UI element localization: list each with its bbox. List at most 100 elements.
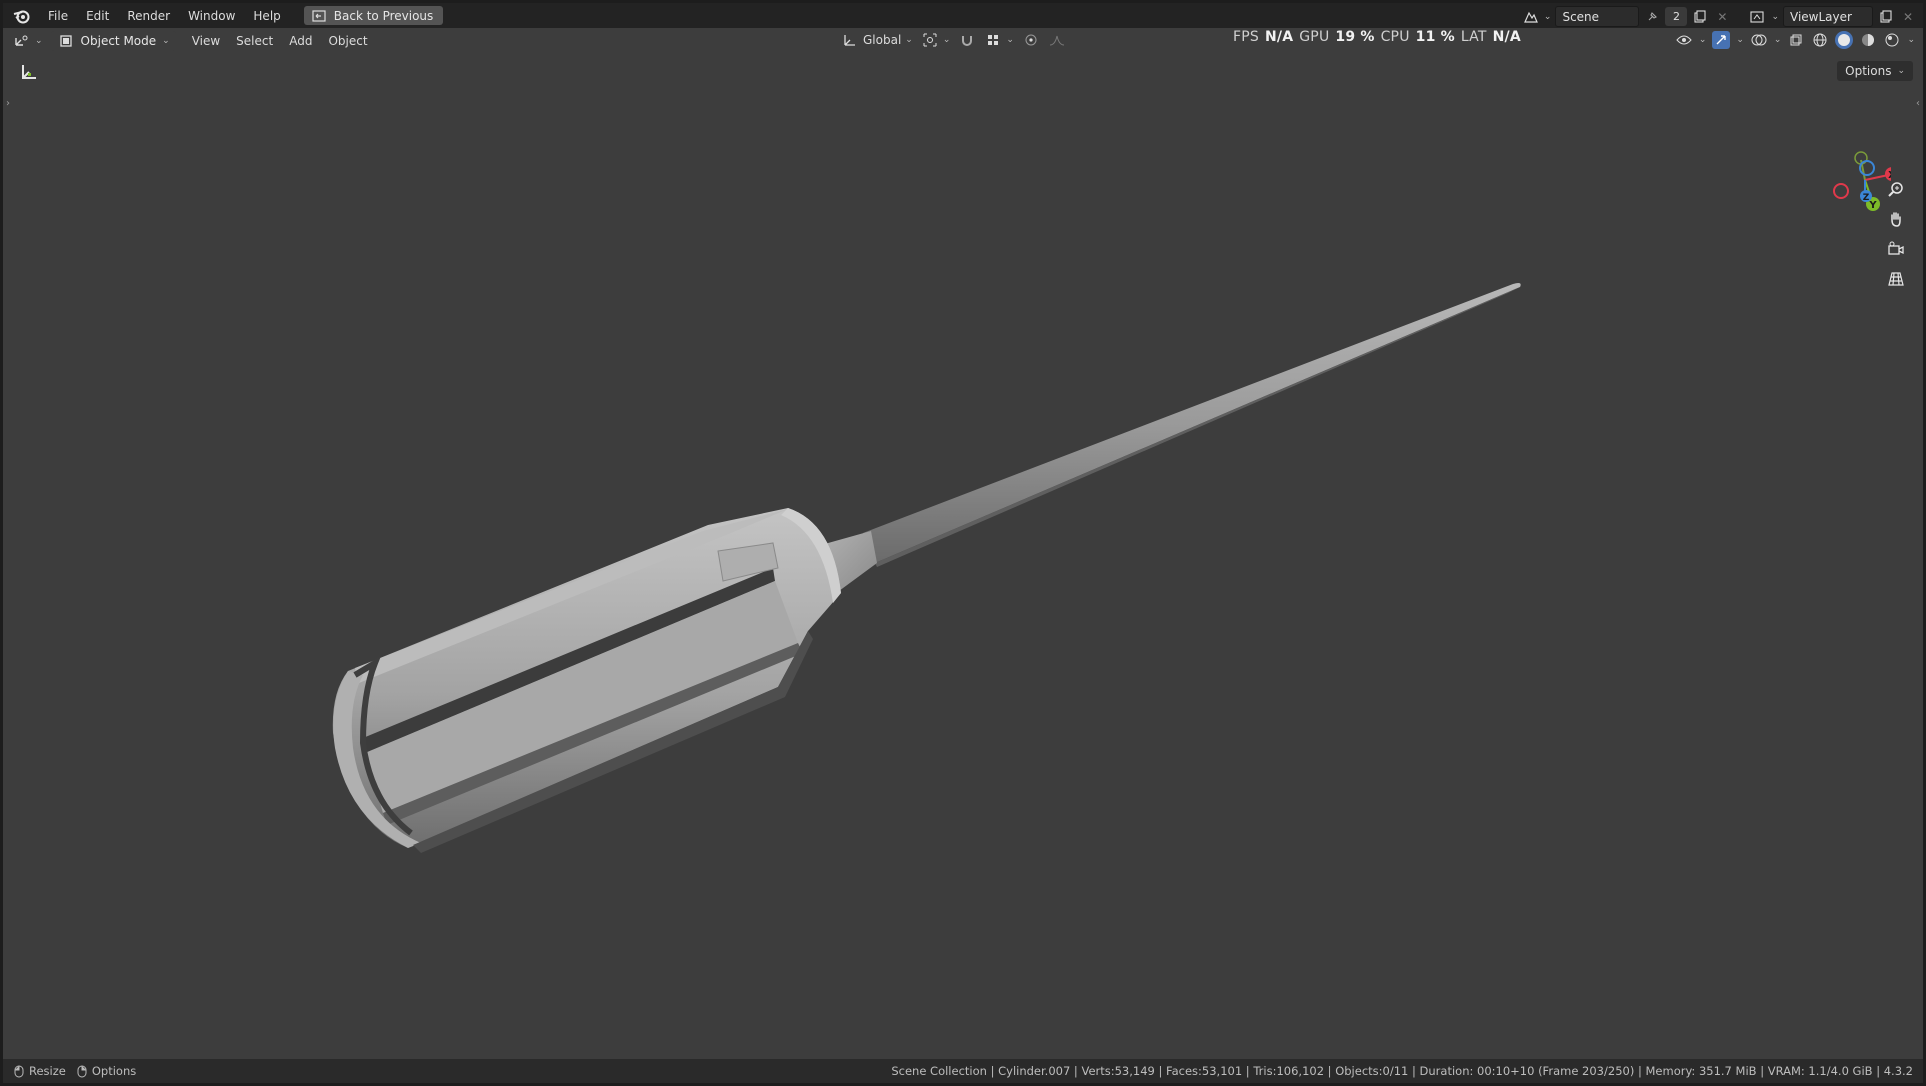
wireframe-shading-icon[interactable] xyxy=(1811,31,1829,49)
view-layer-name-text: ViewLayer xyxy=(1790,9,1852,24)
performance-stats: FPS N/A GPU 19 % CPU 11 % LAT N/A xyxy=(1233,29,1521,45)
chevron-down-icon: ⌄ xyxy=(1897,66,1905,76)
blender-window: File Edit Render Window Help Back to Pre… xyxy=(3,3,1923,1083)
new-scene-icon[interactable] xyxy=(1691,8,1709,26)
chevron-down-icon: ⌄ xyxy=(35,36,43,46)
scene-users-count: 2 xyxy=(1665,7,1688,26)
gpu-label: GPU xyxy=(1299,29,1330,45)
gizmo-y-label: Y xyxy=(1868,200,1877,211)
blender-logo-icon[interactable] xyxy=(11,5,33,27)
chevron-down-icon[interactable]: ⌄ xyxy=(1774,35,1782,45)
fps-label: FPS xyxy=(1233,29,1259,45)
menu-render[interactable]: Render xyxy=(118,9,179,23)
pin-icon[interactable] xyxy=(1643,8,1661,26)
3d-viewport[interactable]: › ‹ X Y Z xyxy=(3,54,1923,1059)
3d-viewport-icon xyxy=(13,32,31,50)
back-to-previous-label: Back to Previous xyxy=(333,8,434,23)
toolbar-expand-arrow[interactable]: › xyxy=(6,98,10,109)
chevron-down-icon[interactable]: ⌄ xyxy=(1736,35,1744,45)
rendered-shading-icon[interactable] xyxy=(1883,31,1901,49)
solid-shading-icon[interactable] xyxy=(1835,31,1854,49)
snap-target-dropdown[interactable]: ⌄ xyxy=(984,31,1014,49)
menu-window[interactable]: Window xyxy=(179,9,244,23)
back-to-previous-button[interactable]: Back to Previous xyxy=(303,6,444,25)
pivot-point-dropdown[interactable]: ⌄ xyxy=(921,31,951,49)
chevron-down-icon[interactable]: ⌄ xyxy=(1907,35,1915,45)
status-hint-options: Options xyxy=(76,1062,136,1080)
editor-type-button[interactable]: ⌄ xyxy=(3,32,51,50)
snap-grid-icon xyxy=(984,31,1002,49)
orientation-axes-icon xyxy=(841,31,859,49)
scene-statistics: Scene Collection | Cylinder.007 | Verts:… xyxy=(891,1064,1913,1078)
needle-model[interactable] xyxy=(821,283,1521,591)
status-resize-label: Resize xyxy=(29,1064,66,1078)
perspective-grid-icon[interactable] xyxy=(1883,266,1909,292)
scene-name-field[interactable]: Scene xyxy=(1555,6,1640,27)
mouse-left-icon xyxy=(13,1062,25,1080)
visibility-eye-icon[interactable] xyxy=(1675,31,1693,49)
scene-users-text: 2 xyxy=(1672,10,1680,23)
new-view-layer-icon[interactable] xyxy=(1877,8,1895,26)
navigation-gizmo[interactable]: X Y Z xyxy=(1821,144,1891,214)
status-options-label: Options xyxy=(91,1064,137,1078)
view-layer-name-field[interactable]: ViewLayer xyxy=(1783,6,1873,27)
chevron-down-icon: ⌄ xyxy=(905,35,913,45)
chevron-down-icon[interactable]: ⌄ xyxy=(1699,35,1707,45)
menu-object[interactable]: Object xyxy=(320,34,375,48)
transform-tool-button[interactable] xyxy=(16,60,42,84)
syringe-body-model[interactable] xyxy=(332,508,841,853)
transform-tool-icon xyxy=(22,65,36,79)
status-hints: Resize Options xyxy=(13,1062,136,1080)
gizmo-neg-x-handle[interactable] xyxy=(1833,183,1849,199)
gizmo-toggle-icon[interactable] xyxy=(1712,31,1731,49)
menu-add[interactable]: Add xyxy=(281,34,320,48)
chevron-down-icon: ⌄ xyxy=(942,35,951,45)
top-menu-bar: File Edit Render Window Help Back to Pre… xyxy=(3,3,1923,28)
sidebar-expand-arrow[interactable]: ‹ xyxy=(1916,98,1920,109)
object-mode-dropdown[interactable]: Object Mode ⌄ xyxy=(50,31,176,51)
material-shading-icon[interactable] xyxy=(1859,31,1877,49)
viewport-header: ⌄ Object Mode ⌄ View Select Add Object G… xyxy=(3,28,1923,54)
menu-help[interactable]: Help xyxy=(244,9,289,23)
snap-magnet-icon[interactable] xyxy=(958,31,976,49)
chevron-down-icon[interactable]: ⌄ xyxy=(1771,12,1779,22)
viewport-display-tools: ⌄ ⌄ ⌄ ⌄ xyxy=(1675,31,1915,49)
close-scene-icon[interactable]: ✕ xyxy=(1713,8,1731,26)
pan-hand-icon[interactable] xyxy=(1883,206,1909,232)
object-mode-label: Object Mode xyxy=(80,34,157,48)
fps-value: N/A xyxy=(1264,29,1294,45)
proportional-falloff-icon[interactable] xyxy=(1048,31,1066,49)
transform-orientation-dropdown[interactable]: Global ⌄ xyxy=(841,31,913,49)
scene-icon[interactable] xyxy=(1522,8,1540,26)
menu-view[interactable]: View xyxy=(184,34,228,48)
mouse-right-icon xyxy=(76,1062,88,1080)
viewport-options-dropdown[interactable]: Options ⌄ xyxy=(1837,61,1913,81)
screen-back-icon xyxy=(310,7,328,25)
object-mode-icon xyxy=(57,32,75,50)
viewport-options-label: Options xyxy=(1845,64,1892,78)
menu-edit[interactable]: Edit xyxy=(77,9,118,23)
camera-view-icon[interactable] xyxy=(1883,236,1909,262)
close-view-layer-icon[interactable]: ✕ xyxy=(1899,8,1917,26)
view-layer-icon[interactable] xyxy=(1749,8,1767,26)
gizmo-z-label: Z xyxy=(1863,193,1870,203)
transform-tools: Global ⌄ ⌄ ⌄ xyxy=(841,31,1066,49)
menu-select[interactable]: Select xyxy=(228,34,281,48)
cpu-label: CPU xyxy=(1380,29,1410,45)
cpu-value: 11 % xyxy=(1415,29,1455,45)
scene-name-text: Scene xyxy=(1562,9,1600,24)
overlays-icon[interactable] xyxy=(1750,31,1768,49)
scene-render xyxy=(332,283,1521,853)
chevron-down-icon[interactable]: ⌄ xyxy=(1544,12,1552,22)
lat-value: N/A xyxy=(1492,29,1521,45)
chevron-down-icon: ⌄ xyxy=(162,36,170,46)
topbar-right-group: ⌄ Scene 2 ✕ ⌄ ViewLayer ✕ xyxy=(1522,6,1917,27)
status-hint-resize: Resize xyxy=(13,1062,66,1080)
chevron-down-icon: ⌄ xyxy=(1006,35,1014,45)
zoom-icon[interactable] xyxy=(1883,176,1909,202)
gpu-value: 19 % xyxy=(1335,29,1375,45)
xray-icon[interactable] xyxy=(1787,31,1805,49)
transform-orientation-label: Global xyxy=(863,33,902,47)
menu-file[interactable]: File xyxy=(39,9,77,23)
proportional-edit-icon[interactable] xyxy=(1022,31,1040,49)
